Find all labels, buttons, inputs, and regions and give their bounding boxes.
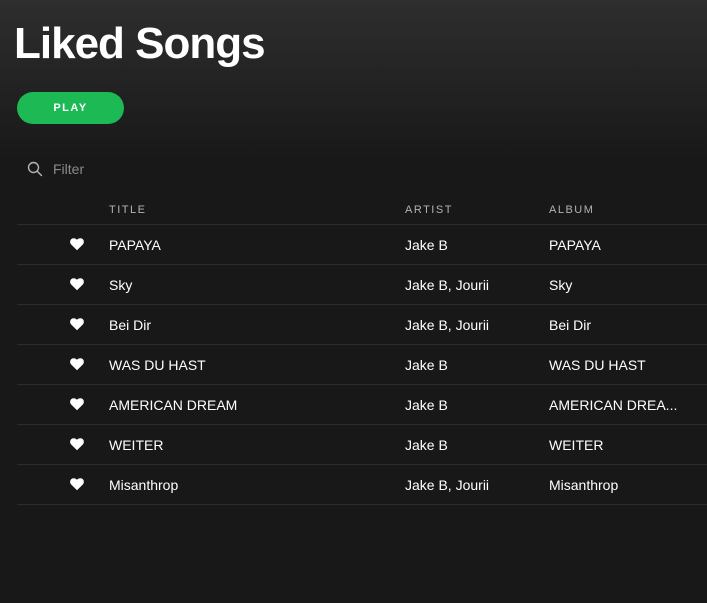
track-title: Sky [109, 277, 133, 293]
tracklist-body: PAPAYA Jake B PAPAYA Sky Jake B, Jourii Sky Be… [17, 225, 707, 505]
column-header-title[interactable]: TITLE [109, 204, 389, 216]
page-title: Liked Songs [14, 19, 266, 68]
heart-icon[interactable] [69, 316, 85, 332]
track-artist[interactable]: Jake B, Jourii [405, 317, 535, 333]
track-row[interactable]: Bei Dir Jake B, Jourii Bei Dir [17, 305, 707, 345]
tracklist: TITLE ARTIST ALBUM PAPAYA Jake B PAPAYA Sky… [17, 196, 707, 505]
track-row[interactable]: AMERICAN DREAM Jake B AMERICAN DREA... [17, 385, 707, 425]
track-album[interactable]: WAS DU HAST [549, 357, 689, 373]
track-artist[interactable]: Jake B, Jourii [405, 477, 535, 493]
heart-icon[interactable] [69, 396, 85, 412]
track-album[interactable]: PAPAYA [549, 237, 689, 253]
track-album[interactable]: WEITER [549, 437, 689, 453]
column-header-artist[interactable]: ARTIST [405, 204, 535, 216]
play-button[interactable]: PLAY [17, 92, 124, 124]
track-title: WAS DU HAST [109, 357, 206, 373]
track-album[interactable]: Bei Dir [549, 317, 689, 333]
filter-box [27, 158, 247, 180]
heart-icon[interactable] [69, 476, 85, 492]
heart-icon[interactable] [69, 276, 85, 292]
track-row[interactable]: WAS DU HAST Jake B WAS DU HAST [17, 345, 707, 385]
track-title: Bei Dir [109, 317, 152, 333]
track-row[interactable]: WEITER Jake B WEITER [17, 425, 707, 465]
track-album[interactable]: Sky [549, 277, 689, 293]
track-row[interactable]: PAPAYA Jake B PAPAYA [17, 225, 707, 265]
track-artist[interactable]: Jake B [405, 397, 535, 413]
track-title: WEITER [109, 437, 164, 453]
track-artist[interactable]: Jake B [405, 437, 535, 453]
track-title: PAPAYA [109, 237, 161, 253]
heart-icon[interactable] [69, 236, 85, 252]
track-title: AMERICAN DREAM [109, 397, 238, 413]
track-row[interactable]: Sky Jake B, Jourii Sky [17, 265, 707, 305]
track-album[interactable]: Misanthrop [549, 477, 689, 493]
column-header-album[interactable]: ALBUM [549, 204, 689, 216]
track-album[interactable]: AMERICAN DREA... [549, 397, 689, 413]
tracklist-header: TITLE ARTIST ALBUM [17, 196, 707, 225]
track-artist[interactable]: Jake B [405, 357, 535, 373]
track-row[interactable]: Misanthrop Jake B, Jourii Misanthrop [17, 465, 707, 505]
heart-icon[interactable] [69, 356, 85, 372]
heart-icon[interactable] [69, 436, 85, 452]
track-artist[interactable]: Jake B, Jourii [405, 277, 535, 293]
track-artist[interactable]: Jake B [405, 237, 535, 253]
search-icon[interactable] [27, 161, 43, 177]
filter-input[interactable] [53, 161, 233, 177]
track-title: Misanthrop [109, 477, 179, 493]
